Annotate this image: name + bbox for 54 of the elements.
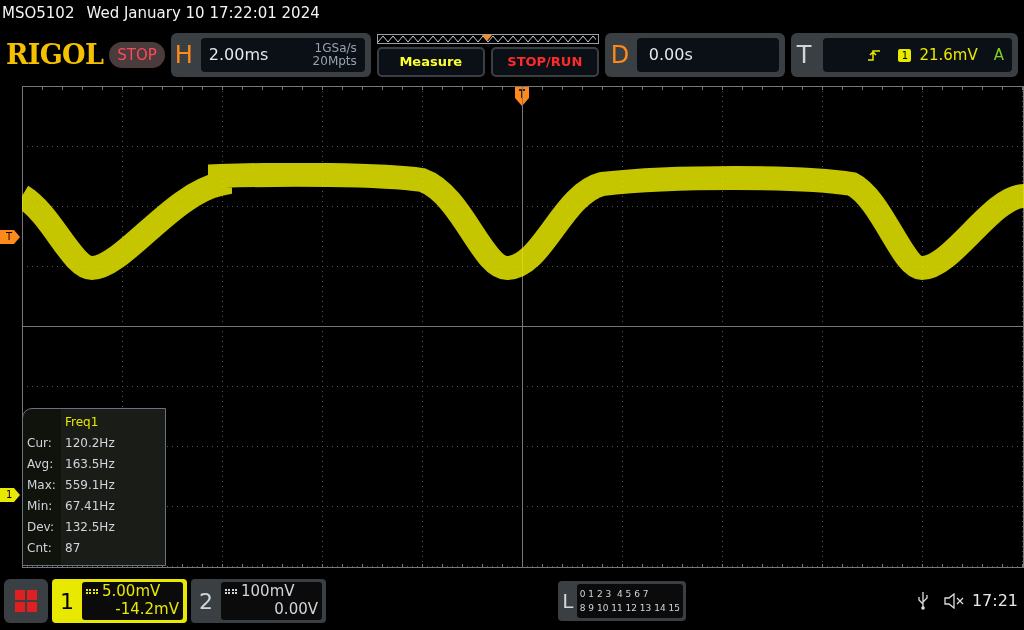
date-time: Wed January 10 17:22:01 2024 bbox=[86, 2, 320, 24]
rising-edge-icon bbox=[868, 49, 881, 61]
measurement-value: 87 bbox=[65, 540, 82, 557]
channel-number: 2 bbox=[198, 587, 214, 616]
trigger-mode: A bbox=[993, 44, 1004, 66]
channel-panel[interactable]: 1 5.00mV -14.2mV bbox=[52, 579, 187, 623]
measurement-label: Min: bbox=[27, 498, 54, 515]
speaker-muted-icon[interactable] bbox=[943, 593, 966, 609]
measurement-title: Freq1 bbox=[65, 414, 100, 431]
measurement-value: 120.2Hz bbox=[65, 435, 116, 452]
channel-offset: -14.2mV bbox=[114, 600, 179, 618]
grid-icon bbox=[15, 590, 37, 612]
panel-label: T bbox=[796, 40, 813, 71]
volts-per-div: 100mV bbox=[241, 582, 295, 600]
measurement-label: Cur: bbox=[27, 435, 53, 452]
trigger-panel[interactable]: T 1 21.6mV A bbox=[790, 33, 1018, 77]
measurement-label: Avg: bbox=[27, 456, 55, 473]
panel-label: D bbox=[610, 40, 631, 71]
measurement-value: 559.1Hz bbox=[65, 477, 116, 494]
memory-depth: 20Mpts bbox=[312, 55, 357, 68]
dc-coupling-icon bbox=[225, 588, 237, 594]
measurement-value: 67.41Hz bbox=[65, 498, 116, 515]
digital-channel-numbers: 8 9 10 11 12 13 14 15 bbox=[579, 602, 680, 615]
source-badge: 1 bbox=[898, 48, 912, 62]
run-state-badge: STOP bbox=[109, 41, 165, 69]
measurement-value: 132.5Hz bbox=[65, 519, 116, 536]
measurement-label: Dev: bbox=[27, 519, 56, 536]
panel-label: H bbox=[174, 40, 194, 71]
measurement-label: Max: bbox=[27, 477, 57, 494]
trigger-level-marker[interactable]: T bbox=[0, 230, 20, 244]
dc-coupling-icon bbox=[86, 588, 98, 594]
delay-panel[interactable]: D 0.00s bbox=[604, 33, 785, 77]
delay-value: 0.00s bbox=[636, 38, 779, 72]
channel-panel[interactable]: 2 100mV 0.00V bbox=[191, 579, 326, 623]
model-name: MSO5102 bbox=[2, 2, 75, 24]
channel-level-marker[interactable]: 1 bbox=[0, 488, 20, 502]
brand-logo: RIGOL bbox=[6, 37, 104, 72]
measurement-value: 163.5Hz bbox=[65, 456, 116, 473]
toolbar-button[interactable]: Measure bbox=[376, 46, 485, 77]
trigger-position-icon[interactable] bbox=[515, 86, 529, 106]
usb-icon bbox=[917, 592, 928, 610]
channel-offset: 0.00V bbox=[273, 600, 318, 618]
menu-button[interactable] bbox=[4, 579, 48, 623]
horizontal-panel[interactable]: H 2.00ms 1GSa/s 20Mpts bbox=[170, 33, 371, 77]
toolbar-button[interactable]: STOP/RUN bbox=[490, 46, 599, 77]
clock-time: 17:21 bbox=[971, 590, 1018, 612]
sample-rate: 1GSa/s bbox=[314, 42, 357, 55]
channel-number: 1 bbox=[59, 587, 75, 616]
panel-label: L bbox=[561, 588, 574, 615]
digital-channel-numbers: 0 1 2 3 4 5 6 7 bbox=[579, 588, 650, 601]
volts-per-div: 5.00mV bbox=[102, 582, 161, 600]
timebase-value: 2.00ms bbox=[208, 44, 269, 66]
measurement-label: Cnt: bbox=[27, 540, 53, 557]
trigger-level: 21.6mV bbox=[919, 44, 978, 66]
